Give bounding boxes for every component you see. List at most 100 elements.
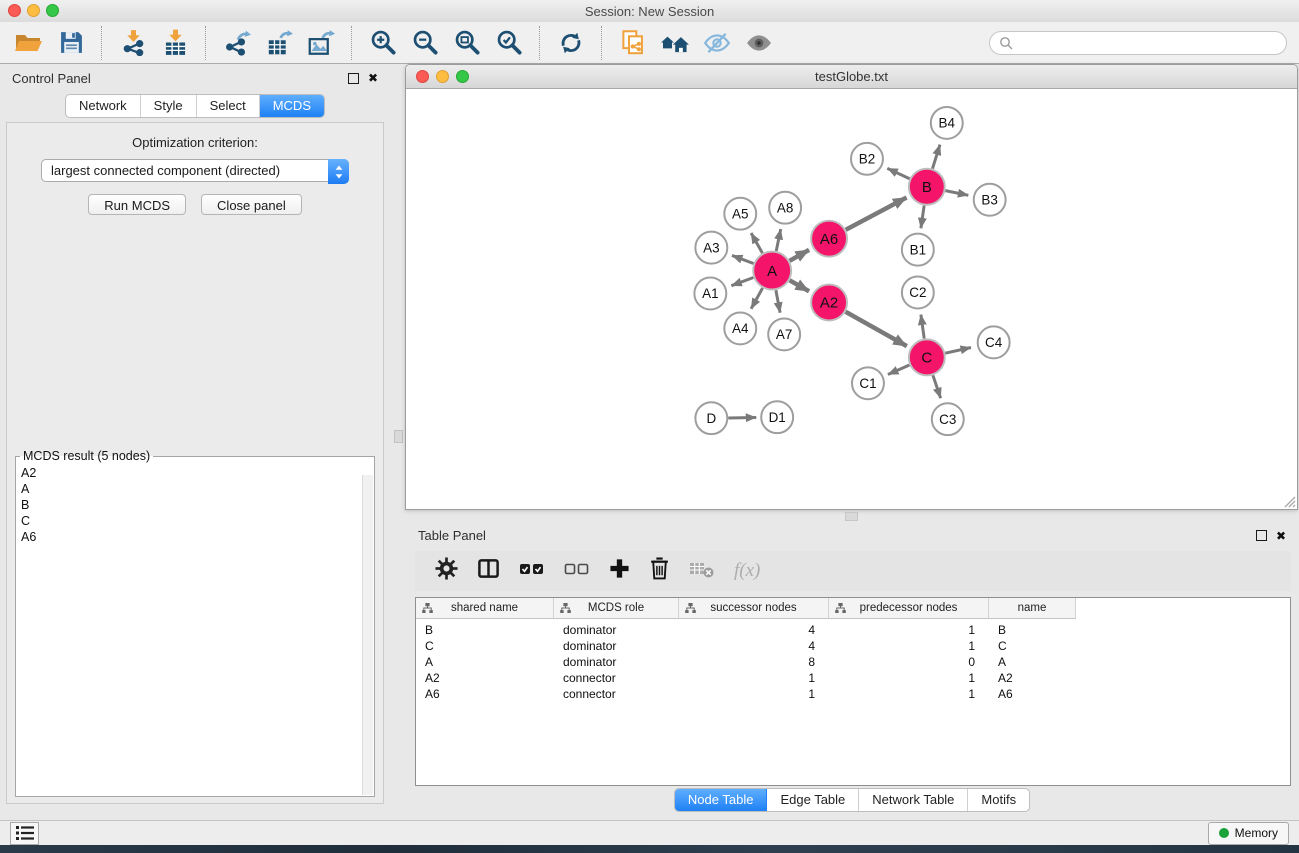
tab-edge-table[interactable]: Edge Table	[767, 789, 859, 811]
edge-C-C4[interactable]	[945, 347, 971, 353]
clone-network-button[interactable]	[615, 25, 651, 61]
edge-C-C3[interactable]	[933, 375, 941, 398]
node-A3[interactable]: A3	[695, 232, 727, 264]
cell-shared-name[interactable]: A6	[416, 687, 554, 701]
close-window-button[interactable]	[8, 4, 21, 17]
search-field[interactable]	[989, 31, 1287, 55]
cell-successor-nodes[interactable]: 8	[679, 655, 829, 669]
table-row[interactable]: Bdominator41B	[416, 622, 1290, 638]
import-network-button[interactable]	[115, 25, 151, 61]
run-mcds-button[interactable]: Run MCDS	[88, 194, 186, 215]
edge-A-A8[interactable]	[776, 229, 781, 251]
cell-name[interactable]: C	[989, 639, 1076, 653]
node-C3[interactable]: C3	[932, 403, 964, 435]
edge-C-C1[interactable]	[888, 365, 910, 374]
cell-mcds-role[interactable]: dominator	[554, 623, 679, 637]
mcds-result-item[interactable]: C	[21, 513, 358, 529]
tab-network-table[interactable]: Network Table	[859, 789, 968, 811]
tab-select[interactable]: Select	[197, 95, 260, 117]
node-D[interactable]: D	[695, 402, 727, 434]
export-image-button[interactable]	[303, 25, 339, 61]
cell-successor-nodes[interactable]: 4	[679, 623, 829, 637]
cell-successor-nodes[interactable]: 1	[679, 671, 829, 685]
edge-C-C2[interactable]	[921, 315, 924, 339]
minimize-view-button[interactable]	[436, 70, 449, 83]
node-A2[interactable]: A2	[811, 285, 847, 321]
cell-predecessor-nodes[interactable]: 1	[829, 623, 989, 637]
edge-A-A5[interactable]	[751, 233, 762, 253]
edge-A2-C[interactable]	[846, 312, 907, 346]
zoom-fit-button[interactable]	[449, 25, 485, 61]
select-all-button[interactable]	[519, 560, 545, 583]
optimization-criterion-dropdown[interactable]: largest connected component (directed)	[41, 159, 349, 182]
cell-name[interactable]: A2	[989, 671, 1076, 685]
tab-motifs[interactable]: Motifs	[968, 789, 1029, 811]
cell-shared-name[interactable]: C	[416, 639, 554, 653]
cell-name[interactable]: A6	[989, 687, 1076, 701]
show-view-button[interactable]	[741, 25, 777, 61]
network-graph[interactable]: B4B2BB3A5A8A6B1A3AA1A2C2A4A7CC4C1C3DD1	[406, 89, 1297, 509]
cell-shared-name[interactable]: A	[416, 655, 554, 669]
edge-B-B3[interactable]	[945, 191, 968, 196]
close-panel-button[interactable]: Close panel	[201, 194, 302, 215]
show-columns-button[interactable]	[477, 557, 500, 585]
table-row[interactable]: A2connector11A2	[416, 670, 1290, 686]
delete-table-button[interactable]	[689, 559, 715, 584]
column-header-predecessor-nodes[interactable]: predecessor nodes	[829, 598, 989, 619]
network-canvas[interactable]: B4B2BB3A5A8A6B1A3AA1A2C2A4A7CC4C1C3DD1	[406, 89, 1297, 509]
edge-A-A3[interactable]	[732, 255, 753, 263]
column-header-shared-name[interactable]: shared name	[416, 598, 554, 619]
resize-grip[interactable]	[1283, 495, 1296, 508]
edge-A-A2[interactable]	[790, 280, 809, 291]
edge-B-B2[interactable]	[887, 168, 909, 178]
node-B1[interactable]: B1	[902, 234, 934, 266]
node-A5[interactable]: A5	[724, 198, 756, 230]
cell-name[interactable]: A	[989, 655, 1076, 669]
dropdown-stepper[interactable]	[328, 159, 349, 184]
node-B3[interactable]: B3	[974, 184, 1006, 216]
float-table-panel-icon[interactable]	[1256, 530, 1267, 541]
export-table-button[interactable]	[261, 25, 297, 61]
mcds-result-item[interactable]: B	[21, 497, 358, 513]
save-session-button[interactable]	[53, 25, 89, 61]
cell-successor-nodes[interactable]: 4	[679, 639, 829, 653]
node-C1[interactable]: C1	[852, 367, 884, 399]
cell-mcds-role[interactable]: dominator	[554, 655, 679, 669]
refresh-layout-button[interactable]	[553, 25, 589, 61]
vertical-splitter-grip[interactable]	[394, 430, 403, 443]
cell-name[interactable]: B	[989, 623, 1076, 637]
cell-shared-name[interactable]: A2	[416, 671, 554, 685]
cell-predecessor-nodes[interactable]: 0	[829, 655, 989, 669]
import-table-button[interactable]	[157, 25, 193, 61]
zoom-window-button[interactable]	[46, 4, 59, 17]
network-window-titlebar[interactable]: testGlobe.txt	[406, 65, 1297, 89]
cell-successor-nodes[interactable]: 1	[679, 687, 829, 701]
search-input[interactable]	[1013, 34, 1277, 51]
home-views-button[interactable]	[657, 25, 693, 61]
edge-B-B1[interactable]	[921, 206, 924, 229]
cell-mcds-role[interactable]: connector	[554, 671, 679, 685]
edge-B-B4[interactable]	[932, 145, 940, 169]
cell-mcds-role[interactable]: dominator	[554, 639, 679, 653]
mcds-result-item[interactable]: A6	[21, 529, 358, 545]
node-A8[interactable]: A8	[769, 192, 801, 224]
zoom-out-button[interactable]	[407, 25, 443, 61]
hide-view-button[interactable]	[699, 25, 735, 61]
column-header-successor-nodes[interactable]: successor nodes	[679, 598, 829, 619]
column-header-name[interactable]: name	[989, 598, 1076, 619]
node-A7[interactable]: A7	[768, 318, 800, 350]
result-list-scrollbar[interactable]	[362, 475, 373, 795]
node-A[interactable]: A	[753, 252, 791, 290]
open-session-button[interactable]	[11, 25, 47, 61]
node-B[interactable]: B	[909, 169, 945, 205]
edge-A-A6[interactable]	[790, 250, 809, 261]
task-history-button[interactable]	[10, 822, 39, 845]
close-panel-icon[interactable]: ✖	[368, 72, 378, 84]
node-A6[interactable]: A6	[811, 221, 847, 257]
node-D1[interactable]: D1	[761, 401, 793, 433]
node-C[interactable]: C	[909, 339, 945, 375]
node-B4[interactable]: B4	[931, 107, 963, 139]
close-table-panel-icon[interactable]: ✖	[1276, 530, 1286, 542]
node-A4[interactable]: A4	[724, 312, 756, 344]
table-row[interactable]: Cdominator41C	[416, 638, 1290, 654]
